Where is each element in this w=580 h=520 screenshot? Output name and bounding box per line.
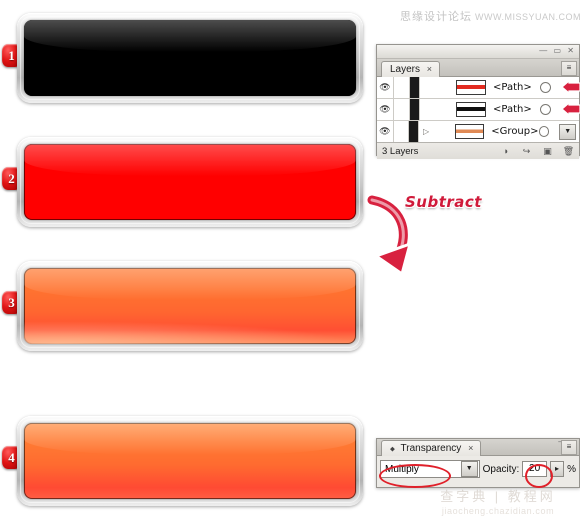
button-gloss-2: [24, 144, 356, 176]
layers-panel-footer[interactable]: 3 Layers ◑ ↪ ▣ 🗑: [377, 142, 579, 159]
layers-window-buttons[interactable]: — ▭ ✕: [539, 45, 576, 57]
button-frame-4: [17, 416, 363, 506]
watermark-top-url: WWW.MISSYUAN.COM: [475, 12, 580, 22]
tab-transparency[interactable]: ⬥ Transparency ×: [381, 440, 482, 456]
watermark-top-cn: 思缘设计论坛: [400, 11, 472, 23]
opacity-input[interactable]: 20: [522, 461, 547, 477]
layers-panel[interactable]: — ▭ ✕ Layers × ≡ 👁 <Path> 👁 <Path> 👁 ▷ <…: [376, 44, 580, 159]
new-layer-icon[interactable]: ▣: [537, 146, 558, 157]
button-gloss-3: [24, 268, 356, 300]
button-frame-1: [17, 13, 363, 103]
chevron-right-icon[interactable]: ▷: [419, 127, 433, 136]
button-gloss-1: [24, 20, 356, 52]
button-gloss-4: [24, 423, 356, 455]
subtract-annotation: Subtract: [358, 192, 483, 280]
button-preview-1: [17, 13, 363, 103]
eye-icon[interactable]: 👁: [377, 99, 394, 120]
lock-toggle-2[interactable]: [394, 99, 410, 120]
button-face-red: [24, 144, 356, 220]
eye-icon[interactable]: 👁: [377, 121, 394, 142]
layers-panel-menu-icon[interactable]: ≡: [561, 61, 577, 76]
layer-count-label: 3 Layers: [382, 145, 419, 157]
layers-tabstrip[interactable]: Layers × ≡: [377, 59, 579, 77]
create-sublayer-icon[interactable]: ↪: [516, 146, 537, 157]
tab-layers-close-icon[interactable]: ×: [427, 64, 432, 74]
button-frame-2: [17, 137, 363, 227]
layers-panel-titlebar[interactable]: — ▭ ✕: [377, 45, 579, 59]
subtract-label: Subtract: [405, 193, 482, 211]
blend-mode-select[interactable]: Multiply ▼: [380, 460, 480, 478]
layer-thumbnail-3[interactable]: [454, 124, 485, 139]
layer-name-3[interactable]: <Group>: [491, 126, 538, 137]
table-row[interactable]: 👁 <Path>: [377, 77, 580, 99]
layer-color-bar-2: [410, 99, 420, 120]
button-face-black: [24, 20, 356, 96]
tab-layers-label: Layers: [390, 64, 421, 75]
lock-toggle-3[interactable]: [394, 121, 410, 142]
opacity-unit-label: %: [567, 463, 576, 475]
layers-list[interactable]: 👁 <Path> 👁 <Path> 👁 ▷ <Group> ▼: [377, 77, 580, 142]
button-preview-4: [17, 416, 363, 506]
transparency-panel-menu-icon[interactable]: ≡: [561, 440, 577, 455]
table-row[interactable]: 👁 <Path>: [377, 99, 580, 121]
watermark-bottom-cn: 查字典 | 教程网: [440, 489, 556, 504]
tab-layers[interactable]: Layers ×: [381, 61, 441, 77]
transparency-tabstrip[interactable]: ⬥ Transparency × — ▭ ≡: [377, 437, 579, 456]
layer-target-circle-3[interactable]: [538, 126, 550, 137]
left-arrow-indicator-2: [561, 103, 580, 116]
tab-transparency-close-icon[interactable]: ×: [468, 443, 473, 453]
button-face-multiply-orange: [24, 423, 356, 499]
chevron-down-icon[interactable]: ▼: [460, 461, 478, 477]
button-face-orange-gradient: [24, 268, 356, 344]
layer-thumbnail-1[interactable]: [456, 80, 486, 95]
lock-toggle-1[interactable]: [394, 77, 410, 98]
layer-color-bar-1: [410, 77, 420, 98]
layer-target-circle-2[interactable]: [540, 104, 551, 115]
watermark-top: 思缘设计论坛 WWW.MISSYUAN.COM: [400, 8, 580, 24]
opacity-label: Opacity:: [482, 463, 520, 475]
chevron-down-icon[interactable]: ▼: [559, 123, 576, 140]
button-frame-3: [17, 261, 363, 351]
transparency-controls[interactable]: Multiply ▼ Opacity: 20 ▸ %: [377, 456, 579, 482]
left-arrow-indicator-1: [561, 81, 580, 94]
layer-name-2[interactable]: <Path>: [493, 104, 540, 115]
make-clipping-mask-icon[interactable]: ◑: [495, 146, 516, 156]
button-preview-2: [17, 137, 363, 227]
layer-target-circle-1[interactable]: [540, 82, 551, 93]
layer-name-1[interactable]: <Path>: [493, 82, 540, 93]
transparency-options-icon[interactable]: ⬥: [390, 446, 395, 453]
layer-color-bar-3: [409, 121, 420, 142]
watermark-bottom: 查字典 | 教程网 jiaocheng.chazidian.com: [418, 486, 578, 516]
blend-mode-value: Multiply: [385, 463, 419, 475]
delete-layer-icon[interactable]: 🗑: [558, 146, 579, 157]
watermark-bottom-url: jiaocheng.chazidian.com: [441, 506, 555, 516]
button-preview-3: [17, 261, 363, 351]
table-row[interactable]: 👁 ▷ <Group> ▼: [377, 121, 579, 142]
transparency-panel[interactable]: ⬥ Transparency × — ▭ ≡ Multiply ▼ Opacit…: [376, 437, 580, 488]
tab-transparency-label: Transparency: [400, 443, 462, 454]
button-lowlight-3: [24, 321, 356, 344]
eye-icon[interactable]: 👁: [377, 77, 394, 98]
chevron-right-icon[interactable]: ▸: [549, 461, 565, 477]
layer-thumbnail-2[interactable]: [456, 102, 486, 117]
